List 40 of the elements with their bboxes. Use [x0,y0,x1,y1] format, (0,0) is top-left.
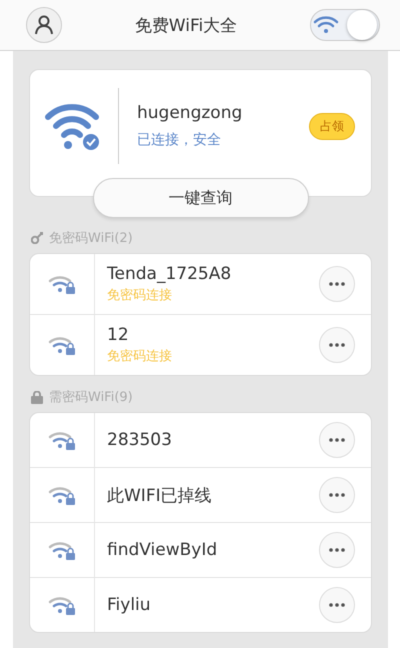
wifi-switch[interactable] [310,9,380,41]
more-button[interactable] [319,532,355,568]
more-icon [329,438,345,442]
more-button[interactable] [319,477,355,513]
wifi-lock-icon [48,274,76,294]
network-name[interactable]: 283503 [107,430,319,450]
switch-knob [347,10,377,40]
wifi-check-icon [44,101,102,151]
section-title: 需密码WiFi(9) [49,389,133,406]
more-button[interactable] [319,266,355,302]
network-name: hugengzong [137,103,244,123]
more-button[interactable] [319,327,355,363]
section-title: 免密码WiFi(2) [49,230,133,247]
wifi-lock-icon [48,540,76,560]
wifi-lock-icon [48,595,76,615]
more-icon [329,603,345,607]
wifi-lock-icon [48,335,76,355]
network-name[interactable]: 12 [107,325,319,345]
more-icon [329,548,345,552]
profile-button[interactable] [26,7,62,43]
wifi-lock-icon [48,430,76,450]
lock-icon [31,390,43,404]
network-note: 免密码连接 [107,348,173,365]
more-icon [329,343,345,347]
connection-status: 已连接，安全 [137,131,222,149]
wifi-lock-icon [48,485,76,505]
more-icon [329,493,345,497]
network-name[interactable]: 此WIFI已掉线 [107,484,319,506]
more-button[interactable] [319,587,355,623]
network-note: 免密码连接 [107,287,173,304]
app-title: 免费WiFi大全 [134,14,238,36]
more-button[interactable] [319,422,355,458]
network-name[interactable]: Fiyliu [107,595,319,615]
network-name[interactable]: Tenda_1725A8 [107,264,319,284]
person-icon [34,15,54,35]
network-name[interactable]: findViewById [107,540,319,560]
key-icon [31,232,43,244]
query-button[interactable]: 一键查询 [92,178,308,218]
wifi-icon [313,15,339,35]
more-icon [329,282,345,286]
